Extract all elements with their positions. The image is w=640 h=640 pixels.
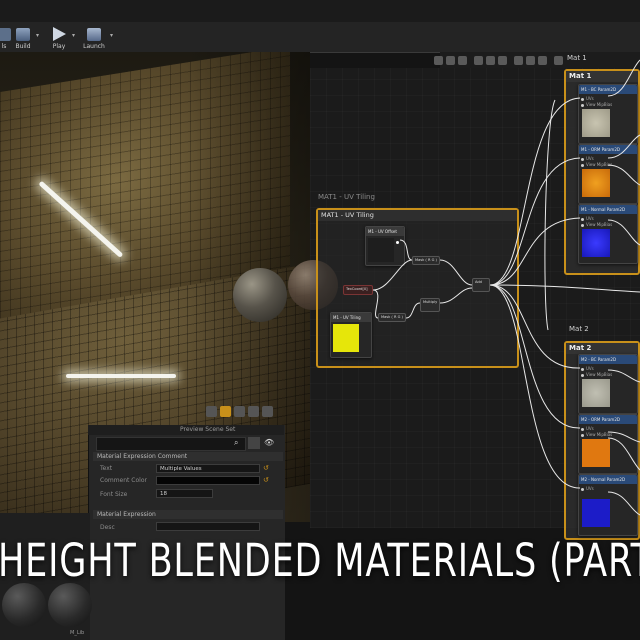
font-size-field[interactable]: 18 — [156, 489, 213, 498]
detail-row-label: Desc — [100, 524, 115, 531]
banner-title: HEIGHT BLENDED MATERIALS (PART — [0, 534, 640, 587]
comment-text-field[interactable]: Multiple Values — [156, 464, 260, 473]
details-category-expression[interactable]: Material Expression — [93, 510, 283, 519]
title-banner: HEIGHT BLENDED MATERIALS (PART — [0, 534, 640, 598]
reset-icon[interactable]: ↺ — [263, 464, 269, 472]
eye-icon[interactable]: 👁 — [264, 438, 274, 447]
detail-row-label: Font Size — [100, 491, 128, 498]
detail-row-label: Comment Color — [100, 477, 147, 484]
search-icon[interactable]: ⌕ — [234, 438, 238, 448]
thumbnail-label: M_Lib — [70, 630, 85, 636]
details-category-comment[interactable]: Material Expression Comment — [93, 452, 283, 461]
desc-field[interactable] — [156, 522, 260, 531]
comment-color-field[interactable] — [156, 476, 260, 485]
reset-icon[interactable]: ↺ — [263, 476, 269, 484]
grid-view-icon[interactable] — [248, 437, 260, 449]
detail-row-label: Text — [100, 465, 113, 472]
preview-scene-set-tab[interactable]: Preview Scene Set — [180, 426, 235, 433]
details-search-input[interactable] — [96, 437, 246, 451]
